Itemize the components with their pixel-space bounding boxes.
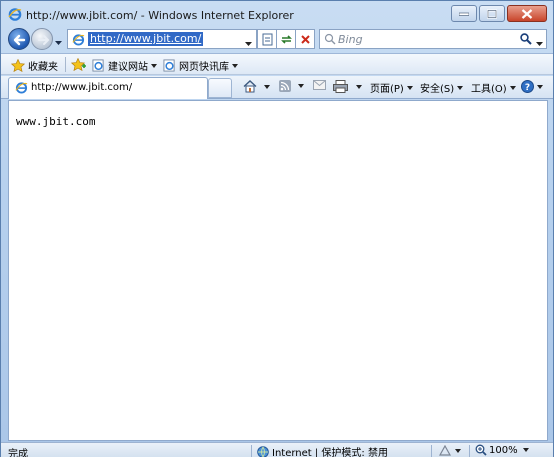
zoom-icon <box>475 444 487 456</box>
ie-logo-icon <box>8 7 22 21</box>
stop-button[interactable] <box>295 29 315 49</box>
chevron-down-icon <box>232 63 238 68</box>
chevron-down-icon <box>537 84 543 89</box>
search-button[interactable] <box>520 33 532 48</box>
minimize-icon <box>459 12 469 16</box>
print-icon <box>333 80 348 93</box>
address-url[interactable]: http://www.jbit.com/ <box>88 32 204 46</box>
zoom-level: 100% <box>489 444 518 456</box>
chevron-down-icon <box>406 85 413 90</box>
refresh-button[interactable] <box>276 29 296 49</box>
chevron-down-icon <box>522 448 529 452</box>
mail-icon <box>313 80 326 90</box>
svg-text:?: ? <box>525 83 530 93</box>
favorites-star-icon <box>11 59 25 72</box>
suggested-sites-label: 建议网站 <box>108 62 148 73</box>
print-button[interactable] <box>333 80 362 93</box>
help-menu[interactable]: ? <box>521 80 543 93</box>
add-to-favorites-bar-button[interactable] <box>71 58 89 71</box>
security-zone[interactable]: Internet | 保护模式: 禁用 <box>257 444 388 457</box>
favorites-button[interactable]: 收藏夹 <box>11 58 58 73</box>
help-icon: ? <box>521 80 534 93</box>
search-icon <box>520 33 532 45</box>
close-icon <box>521 8 533 19</box>
restore-button[interactable] <box>479 5 505 22</box>
compatibility-view-icon <box>262 33 273 46</box>
favorites-label: 收藏夹 <box>28 62 58 73</box>
recent-pages-dropdown[interactable] <box>55 36 62 49</box>
back-button[interactable] <box>8 28 30 50</box>
title-bar[interactable]: http://www.jbit.com/ - Windows Internet … <box>1 1 553 27</box>
home-icon <box>243 80 257 93</box>
chevron-down-icon <box>264 84 270 89</box>
favorites-bar: 收藏夹 建议网站 网页快讯库 <box>1 53 553 75</box>
status-text: 完成 <box>8 449 28 457</box>
search-placeholder: Bing <box>338 33 363 46</box>
page-menu-label: 页面(P) <box>370 84 404 95</box>
search-options-dropdown[interactable] <box>536 37 543 50</box>
safety-menu-label: 安全(S) <box>420 84 455 95</box>
page-content[interactable]: www.jbit.com <box>8 100 548 441</box>
search-field[interactable]: Bing <box>319 29 547 49</box>
minimize-button[interactable] <box>451 5 477 22</box>
command-bar: http://www.jbit.com/ 页面(P) 安全(S) 工具(O) ? <box>1 76 553 99</box>
zoom-button[interactable]: 100% <box>475 444 529 456</box>
page-menu[interactable]: 页面(P) <box>370 80 413 95</box>
add-favorites-icon <box>71 58 86 71</box>
refresh-icon <box>281 35 292 44</box>
web-slice-gallery-label: 网页快讯库 <box>179 62 229 73</box>
chevron-down-icon <box>245 42 252 46</box>
compatibility-view-button[interactable] <box>257 29 277 49</box>
separator <box>65 57 66 72</box>
rss-icon <box>279 80 291 92</box>
address-field[interactable]: http://www.jbit.com/ <box>67 29 257 49</box>
read-mail-button[interactable] <box>313 80 326 90</box>
tracking-protection-button[interactable] <box>439 445 461 456</box>
window-title: http://www.jbit.com/ - Windows Internet … <box>26 9 294 22</box>
separator <box>251 445 252 457</box>
tracking-protection-icon <box>439 445 451 456</box>
browser-window: http://www.jbit.com/ - Windows Internet … <box>0 0 554 457</box>
ie-logo-icon <box>72 33 85 49</box>
tab-active[interactable]: http://www.jbit.com/ <box>8 77 208 99</box>
ie-logo-icon <box>163 59 175 72</box>
address-dropdown[interactable] <box>245 37 252 50</box>
new-tab-button[interactable] <box>208 78 232 98</box>
forward-icon <box>38 35 50 45</box>
ie-logo-icon <box>92 59 104 72</box>
tools-menu-label: 工具(O) <box>471 84 507 95</box>
chevron-down-icon <box>457 85 464 90</box>
status-bar: 完成 Internet | 保护模式: 禁用 100% <box>1 442 553 457</box>
tools-menu[interactable]: 工具(O) <box>471 80 516 95</box>
suggested-sites-button[interactable]: 建议网站 <box>92 58 157 73</box>
close-button[interactable] <box>507 5 547 22</box>
chevron-down-icon <box>509 85 516 90</box>
forward-button[interactable] <box>31 28 53 50</box>
chevron-down-icon <box>55 41 62 45</box>
chevron-down-icon <box>536 42 543 46</box>
stop-icon <box>301 35 310 44</box>
address-row: http://www.jbit.com/ Bing <box>1 27 553 51</box>
page-body-text: www.jbit.com <box>16 115 96 128</box>
feeds-button[interactable] <box>279 80 304 92</box>
separator <box>469 445 470 457</box>
home-button[interactable] <box>243 80 270 93</box>
separator <box>431 445 432 457</box>
security-zone-label: Internet | 保护模式: 禁用 <box>272 448 388 457</box>
chevron-down-icon <box>298 84 304 88</box>
globe-icon <box>257 445 269 457</box>
restore-icon <box>487 9 497 18</box>
tab-label: http://www.jbit.com/ <box>31 82 133 93</box>
chevron-down-icon <box>455 448 461 453</box>
web-slice-gallery-button[interactable]: 网页快讯库 <box>163 58 238 73</box>
safety-menu[interactable]: 安全(S) <box>420 80 464 95</box>
back-icon <box>13 34 26 46</box>
chevron-down-icon <box>151 63 157 68</box>
ie-logo-icon <box>15 81 28 97</box>
search-provider-icon <box>324 33 336 48</box>
chevron-down-icon <box>356 84 362 89</box>
